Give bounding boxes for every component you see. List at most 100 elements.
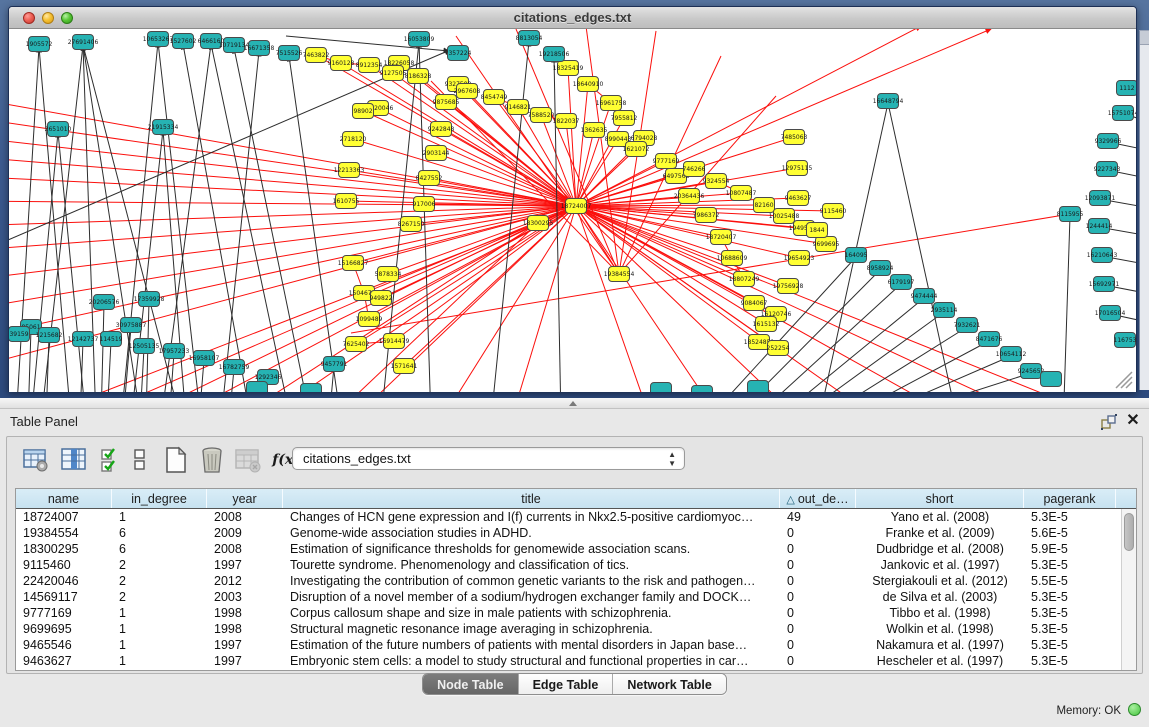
float-panel-icon[interactable]: [1100, 413, 1118, 431]
table-cell[interactable]: 18300295: [16, 541, 112, 557]
table-cell[interactable]: 0: [780, 557, 856, 573]
table-cell[interactable]: 2: [112, 557, 207, 573]
table-row[interactable]: 1456911722003Disruption of a novel membe…: [16, 589, 1136, 605]
scrollbar-thumb[interactable]: [1124, 513, 1134, 551]
graph-node[interactable]: 1527602: [170, 34, 197, 49]
graph-node[interactable]: 19218506: [539, 47, 570, 62]
graph-node[interactable]: 30975887: [116, 318, 147, 333]
graph-node[interactable]: 1905572: [26, 37, 53, 52]
graph-node[interactable]: 17359928: [134, 292, 165, 307]
row-height-icon[interactable]: [131, 445, 149, 475]
table-cell[interactable]: 0: [780, 653, 856, 669]
table-row[interactable]: 946554611997Estimation of the future num…: [16, 637, 1136, 653]
graph-node[interactable]: 114519: [100, 332, 123, 347]
graph-node[interactable]: 8454749: [481, 90, 508, 105]
graph-node[interactable]: 2967608: [454, 84, 481, 99]
create-column-icon[interactable]: [161, 445, 191, 475]
graph-node[interactable]: 2935114: [931, 303, 958, 318]
table-cell[interactable]: 2: [112, 573, 207, 589]
graph-node[interactable]: 1822037: [553, 114, 580, 129]
graph-node[interactable]: [301, 384, 322, 393]
graph-node[interactable]: 12142737: [68, 332, 99, 347]
graph-node[interactable]: 8427552: [416, 171, 443, 186]
graph-node[interactable]: 16648794: [873, 94, 904, 109]
table-cell[interactable]: Tourette syndrome. Phenomenology and cla…: [283, 557, 780, 573]
graph-node[interactable]: 1844: [807, 223, 828, 238]
table-cell[interactable]: 5.9E-5: [1024, 541, 1116, 557]
graph-node[interactable]: 164095: [845, 248, 868, 263]
graph-node[interactable]: 7588520: [528, 108, 555, 123]
graph-edge[interactable]: [9, 136, 576, 206]
graph-edge[interactable]: [456, 36, 619, 274]
graph-edge[interactable]: [774, 298, 924, 392]
table-cell[interactable]: Hescheler et al. (1997): [856, 653, 1024, 669]
graph-node[interactable]: 949822: [370, 291, 393, 306]
memory-indicator-icon[interactable]: [1128, 703, 1141, 716]
table-cell[interactable]: Jankovic et al. (1997): [856, 557, 1024, 573]
graph-node[interactable]: 9242848: [428, 122, 455, 137]
graph-node[interactable]: 12213363: [334, 163, 365, 178]
table-row[interactable]: 1830029562008Estimation of significance …: [16, 541, 1136, 557]
table-settings-icon[interactable]: [21, 445, 51, 475]
table-cell[interactable]: 5.3E-5: [1024, 605, 1116, 621]
table-cell[interactable]: Dudbridge et al. (2008): [856, 541, 1024, 557]
graph-edge[interactable]: [261, 206, 576, 392]
graph-node[interactable]: 15166827: [338, 256, 369, 271]
table-cell[interactable]: 1997: [207, 557, 283, 573]
table-cell[interactable]: 9465546: [16, 637, 112, 653]
graph-node[interactable]: 16053809: [404, 32, 435, 47]
column-header-pagerank[interactable]: pagerank: [1024, 489, 1116, 508]
table-cell[interactable]: 1: [112, 621, 207, 637]
table-row[interactable]: 1938455462009Genome-wide association stu…: [16, 525, 1136, 541]
graph-node[interactable]: 9457791: [321, 357, 348, 372]
graph-node[interactable]: 17016504: [1095, 306, 1126, 321]
graph-node[interactable]: 9115460: [820, 204, 847, 219]
table-cell[interactable]: 1997: [207, 637, 283, 653]
table-cell[interactable]: Corpus callosum shape and size in male p…: [283, 605, 780, 621]
table-cell[interactable]: 5.6E-5: [1024, 525, 1116, 541]
table-cell[interactable]: 2008: [207, 509, 283, 525]
graph-node[interactable]: 18325419: [553, 61, 584, 76]
table-cell[interactable]: 1: [112, 605, 207, 621]
table-cell[interactable]: 0: [780, 621, 856, 637]
graph-node[interactable]: 82160: [754, 198, 775, 213]
table-cell[interactable]: 1998: [207, 621, 283, 637]
graph-node[interactable]: 8958924: [867, 261, 894, 276]
delete-column-icon[interactable]: [197, 445, 227, 475]
graph-node[interactable]: 16914479: [379, 334, 410, 349]
graph-node[interactable]: 19654923: [784, 251, 815, 266]
graph-node[interactable]: 16782759: [219, 360, 250, 375]
table-cell[interactable]: 1997: [207, 653, 283, 669]
graph-node[interactable]: 15692971: [1089, 277, 1120, 292]
table-cell[interactable]: 0: [780, 525, 856, 541]
table-cell[interactable]: 2: [112, 589, 207, 605]
graph-node[interactable]: 917006: [413, 197, 436, 212]
table-cell[interactable]: 0: [780, 605, 856, 621]
graph-node[interactable]: 9474444: [911, 289, 938, 304]
graph-node[interactable]: 1112: [1117, 81, 1137, 96]
close-panel-icon[interactable]: ✕: [1124, 412, 1142, 430]
table-cell[interactable]: Yano et al. (2008): [856, 509, 1024, 525]
graph-edge[interactable]: [554, 57, 561, 392]
graph-node[interactable]: 1610755: [333, 194, 360, 209]
graph-node[interactable]: 6179197: [888, 275, 915, 290]
graph-edge[interactable]: [568, 68, 576, 206]
graph-node[interactable]: 252254: [767, 341, 790, 356]
column-header-in_degree[interactable]: in_degree: [112, 489, 207, 508]
graph-node[interactable]: 98902: [353, 104, 374, 119]
network-graph[interactable]: 1872400718300295193845542242004698902746…: [9, 29, 1136, 392]
graph-node[interactable]: 8813054: [516, 31, 543, 46]
graph-node[interactable]: [651, 383, 672, 393]
table-cell[interactable]: 22420046: [16, 573, 112, 589]
graph-edge[interactable]: [101, 304, 104, 392]
table-cell[interactable]: 5.3E-5: [1024, 653, 1116, 669]
graph-node[interactable]: 9324554: [703, 174, 730, 189]
graph-node[interactable]: [692, 386, 713, 393]
graph-node[interactable]: 7955812: [611, 111, 638, 126]
table-cell[interactable]: 1: [112, 509, 207, 525]
graph-edge[interactable]: [576, 206, 721, 392]
graph-node[interactable]: 8471676: [976, 332, 1003, 347]
column-header-short[interactable]: short: [856, 489, 1024, 508]
table-row[interactable]: 2242004622012Investigating the contribut…: [16, 573, 1136, 589]
graph-node[interactable]: 9329966: [1095, 134, 1122, 149]
